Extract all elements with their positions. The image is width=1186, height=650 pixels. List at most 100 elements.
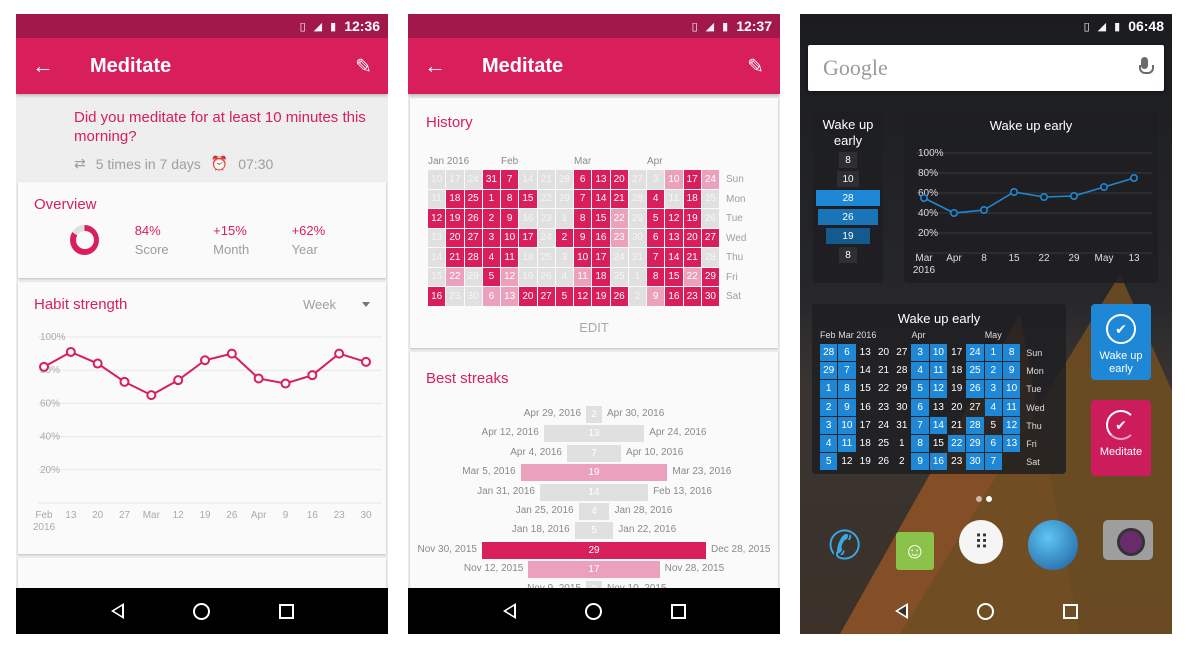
day-cell[interactable]: 27	[537, 287, 555, 306]
day-cell[interactable]: 30	[628, 228, 646, 247]
day-cell[interactable]: 11	[574, 267, 592, 286]
day-cell[interactable]: 30	[701, 287, 719, 306]
day-cell[interactable]: 2	[555, 228, 573, 247]
day-cell[interactable]: 25	[610, 267, 628, 286]
day-cell[interactable]: 18	[592, 267, 610, 286]
day-cell[interactable]: 19	[446, 209, 464, 228]
arrow-left-icon[interactable]: ←	[32, 53, 74, 79]
day-cell[interactable]: 6	[482, 287, 500, 306]
day-cell[interactable]: 15	[592, 209, 610, 228]
day-cell[interactable]: 10	[574, 248, 592, 267]
nav-back-icon[interactable]	[894, 603, 908, 619]
day-cell[interactable]: 16	[592, 228, 610, 247]
history-widget[interactable]: Wake up early Feb Mar 2016 Apr May 28 6 13 20 2…	[812, 304, 1066, 474]
day-cell[interactable]: 22	[683, 267, 701, 286]
edit-history-button[interactable]: EDIT	[410, 320, 778, 335]
day-cell[interactable]: 30	[464, 287, 482, 306]
day-cell[interactable]: 16	[665, 287, 683, 306]
period-dropdown[interactable]: Week	[303, 297, 370, 312]
day-cell[interactable]: 21	[446, 248, 464, 267]
day-cell[interactable]: 12	[665, 209, 683, 228]
day-cell[interactable]: 24	[537, 228, 555, 247]
day-cell[interactable]: 4	[647, 189, 665, 208]
day-cell[interactable]: 2	[628, 287, 646, 306]
day-cell[interactable]: 20	[446, 228, 464, 247]
checkmark-widget-meditate[interactable]: ✔ Meditate	[1091, 400, 1151, 476]
day-cell[interactable]: 31	[482, 170, 500, 189]
day-cell[interactable]: 24	[610, 248, 628, 267]
day-cell[interactable]: 2	[482, 209, 500, 228]
day-cell[interactable]: 23	[446, 287, 464, 306]
browser-icon[interactable]	[1028, 520, 1079, 570]
day-cell[interactable]: 21	[537, 170, 555, 189]
day-cell[interactable]: 15	[428, 267, 446, 286]
day-cell[interactable]: 1	[555, 209, 573, 228]
day-cell[interactable]: 24	[701, 170, 719, 189]
day-cell[interactable]: 11	[501, 248, 519, 267]
day-cell[interactable]: 28	[701, 248, 719, 267]
day-cell[interactable]: 18	[446, 189, 464, 208]
google-search-bar[interactable]: Google	[808, 45, 1164, 91]
day-cell[interactable]: 21	[683, 248, 701, 267]
day-cell[interactable]: 27	[464, 228, 482, 247]
day-cell[interactable]: 4	[555, 267, 573, 286]
day-cell[interactable]: 10	[501, 228, 519, 247]
day-cell[interactable]: 19	[683, 209, 701, 228]
day-cell[interactable]: 17	[592, 248, 610, 267]
day-cell[interactable]: 26	[537, 267, 555, 286]
nav-home-icon[interactable]	[584, 602, 602, 620]
day-cell[interactable]: 28	[628, 189, 646, 208]
nav-recents-icon[interactable]	[278, 603, 294, 619]
day-cell[interactable]: 14	[665, 248, 683, 267]
day-cell[interactable]: 10	[665, 170, 683, 189]
day-cell[interactable]: 13	[592, 170, 610, 189]
day-cell[interactable]: 20	[683, 228, 701, 247]
day-cell[interactable]: 9	[574, 228, 592, 247]
day-cell[interactable]: 18	[683, 189, 701, 208]
day-cell[interactable]: 7	[647, 248, 665, 267]
streak-widget[interactable]: Wake up early 8 10 28 26 19 8	[813, 111, 883, 283]
day-cell[interactable]: 23	[683, 287, 701, 306]
pencil-icon[interactable]: ✎	[355, 54, 372, 79]
pencil-icon[interactable]: ✎	[747, 54, 764, 79]
day-cell[interactable]: 17	[683, 170, 701, 189]
day-cell[interactable]: 17	[519, 228, 537, 247]
day-cell[interactable]: 9	[647, 287, 665, 306]
day-cell[interactable]: 20	[610, 170, 628, 189]
day-cell[interactable]: 29	[628, 209, 646, 228]
day-cell[interactable]: 16	[519, 209, 537, 228]
day-cell[interactable]: 11	[428, 189, 446, 208]
day-cell[interactable]: 13	[428, 228, 446, 247]
day-cell[interactable]: 15	[665, 267, 683, 286]
day-cell[interactable]: 25	[464, 189, 482, 208]
day-cell[interactable]: 18	[519, 248, 537, 267]
day-cell[interactable]: 23	[610, 228, 628, 247]
day-cell[interactable]: 5	[647, 209, 665, 228]
day-cell[interactable]: 27	[628, 170, 646, 189]
day-cell[interactable]: 24	[464, 170, 482, 189]
day-cell[interactable]: 3	[647, 170, 665, 189]
microphone-icon[interactable]	[1139, 57, 1154, 79]
app-drawer-icon[interactable]: ⠿	[958, 520, 1003, 564]
day-cell[interactable]: 22	[610, 209, 628, 228]
day-cell[interactable]: 29	[555, 189, 573, 208]
day-cell[interactable]: 1	[628, 267, 646, 286]
day-cell[interactable]: 15	[519, 189, 537, 208]
day-cell[interactable]: 6	[574, 170, 592, 189]
day-cell[interactable]: 11	[665, 189, 683, 208]
day-cell[interactable]: 12	[501, 267, 519, 286]
day-cell[interactable]: 10	[428, 170, 446, 189]
nav-home-icon[interactable]	[976, 602, 994, 620]
day-cell[interactable]: 22	[446, 267, 464, 286]
day-cell[interactable]: 9	[501, 209, 519, 228]
checkmark-widget-wake-up-early[interactable]: ✔ Wake up early	[1091, 304, 1151, 380]
day-cell[interactable]: 7	[501, 170, 519, 189]
day-cell[interactable]: 3	[482, 228, 500, 247]
day-cell[interactable]: 4	[482, 248, 500, 267]
day-cell[interactable]: 3	[555, 248, 573, 267]
day-cell[interactable]: 13	[501, 287, 519, 306]
day-cell[interactable]: 6	[647, 228, 665, 247]
day-cell[interactable]: 8	[647, 267, 665, 286]
day-cell[interactable]: 5	[482, 267, 500, 286]
day-cell[interactable]: 12	[428, 209, 446, 228]
